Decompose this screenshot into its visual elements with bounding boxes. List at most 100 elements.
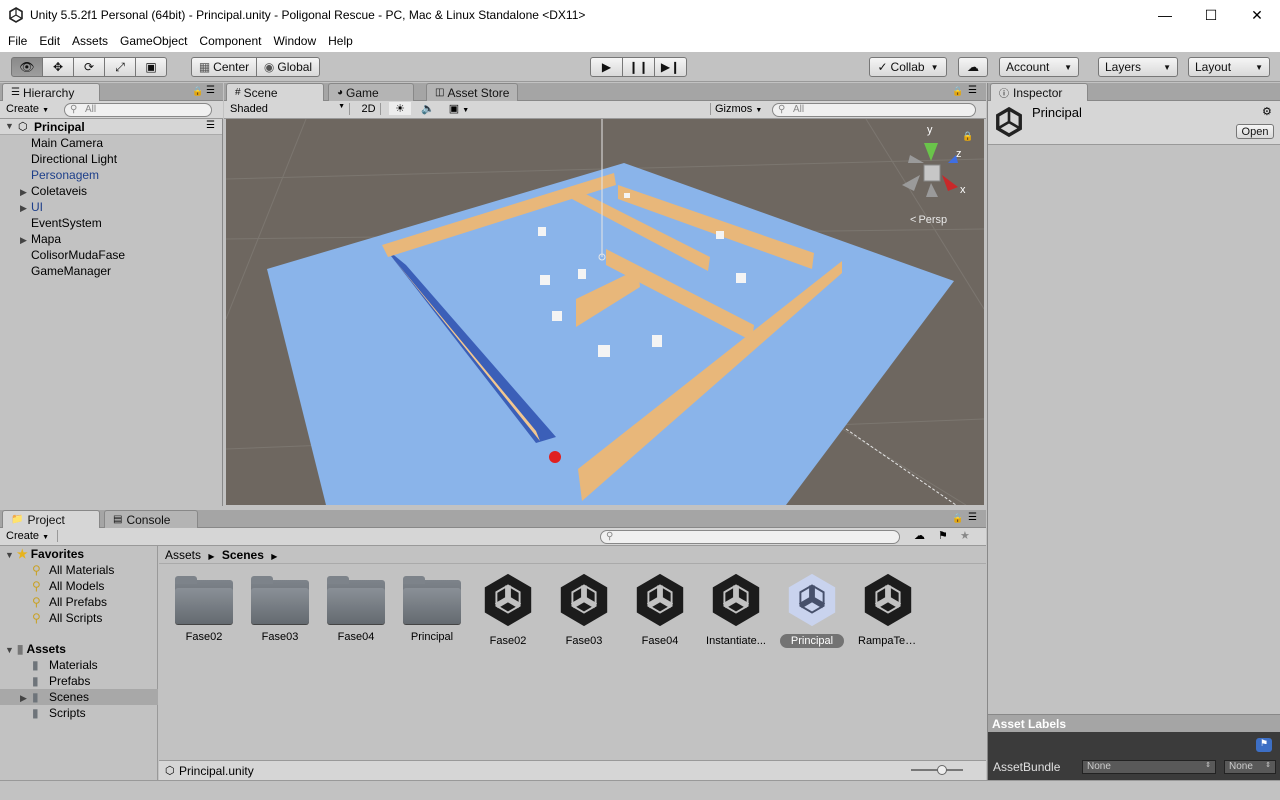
icon-size-slider-thumb[interactable] bbox=[937, 765, 947, 775]
menu-gameobject[interactable]: GameObject bbox=[120, 34, 187, 48]
asset-item[interactable]: Instantiate... bbox=[704, 573, 768, 666]
open-button[interactable]: Open bbox=[1236, 124, 1274, 139]
asset-folder-item[interactable]: ▮ Prefabs bbox=[0, 673, 158, 689]
asset-folder-item[interactable]: ▮ Scripts bbox=[0, 705, 158, 721]
rotate-tool-button[interactable]: ⟳ bbox=[73, 57, 105, 77]
hierarchy-search-input[interactable]: ⚲ All bbox=[64, 103, 212, 117]
expand-right-icon[interactable]: ▶ bbox=[20, 200, 27, 216]
gear-icon[interactable]: ⚙ bbox=[1262, 105, 1272, 118]
tab-hierarchy[interactable]: ☰ Hierarchy bbox=[2, 83, 100, 101]
lock-icon[interactable]: 🔒 bbox=[192, 86, 203, 97]
scene-root-row[interactable]: ▼ ⬡ Principal ☰ bbox=[0, 119, 222, 135]
create-dropdown[interactable]: Create ▼ bbox=[6, 103, 49, 115]
search-icon: ⚲ bbox=[32, 563, 41, 577]
move-tool-button[interactable]: ✥ bbox=[42, 57, 74, 77]
pivot-center-button[interactable]: ▦ Center bbox=[191, 57, 257, 77]
hierarchy-item[interactable]: Main Camera bbox=[0, 135, 220, 151]
panel-menu-icon[interactable]: ☰ bbox=[968, 85, 977, 96]
gizmos-dropdown[interactable]: Gizmos ▼ bbox=[710, 103, 764, 115]
lock-icon[interactable]: 🔒 bbox=[952, 513, 963, 524]
step-button[interactable]: ▶❙ bbox=[654, 57, 687, 77]
hierarchy-item[interactable]: ColisorMudaFase bbox=[0, 247, 220, 263]
menu-window[interactable]: Window bbox=[273, 34, 316, 48]
layout-dropdown[interactable]: Layout ▼ bbox=[1188, 57, 1270, 77]
hand-tool-button[interactable]: 👁 bbox=[11, 57, 43, 77]
tab-game[interactable]: ◕ Game bbox=[328, 83, 414, 101]
expand-right-icon[interactable]: ▶ bbox=[20, 690, 27, 706]
play-button[interactable]: ▶ bbox=[590, 57, 623, 77]
status-bar bbox=[0, 780, 1280, 800]
close-button[interactable]: ✕ bbox=[1234, 0, 1280, 30]
hierarchy-item[interactable]: ▶ UI bbox=[0, 199, 220, 215]
expand-down-icon[interactable]: ▼ bbox=[5, 550, 14, 560]
tag-icon[interactable]: ⚑ bbox=[1256, 738, 1272, 752]
asset-item[interactable]: Fase02 bbox=[476, 573, 540, 666]
project-create-dropdown[interactable]: Create ▼ bbox=[6, 530, 58, 542]
assetbundle-name-dropdown[interactable]: None ⇕ bbox=[1082, 760, 1216, 774]
hierarchy-item[interactable]: EventSystem bbox=[0, 215, 220, 231]
filter-type-icon[interactable]: ☁ bbox=[914, 529, 925, 542]
hierarchy-item[interactable]: ▶ Mapa bbox=[0, 231, 220, 247]
tab-scene[interactable]: # Scene bbox=[226, 83, 324, 101]
asset-item[interactable]: Principal bbox=[400, 576, 464, 666]
scene-search-input[interactable]: ⚲ All bbox=[772, 103, 976, 117]
tab-asset-store[interactable]: ◫ Asset Store bbox=[426, 83, 518, 101]
asset-item[interactable]: Fase04 bbox=[324, 576, 388, 666]
pivot-icon: ▦ bbox=[198, 60, 211, 74]
lock-icon[interactable]: 🔒 bbox=[952, 86, 963, 97]
maximize-button[interactable]: ☐ bbox=[1188, 0, 1234, 30]
cloud-button[interactable]: ☁ bbox=[958, 57, 988, 77]
rect-tool-button[interactable]: ▣ bbox=[135, 57, 167, 77]
asset-item[interactable]: Fase03 bbox=[552, 573, 616, 666]
project-search-input[interactable]: ⚲ bbox=[600, 530, 900, 544]
expand-right-icon[interactable]: ▶ bbox=[20, 232, 27, 248]
collab-dropdown[interactable]: ✓ Collab ▼ bbox=[869, 57, 947, 77]
filter-label-icon[interactable]: ⚑ bbox=[938, 529, 948, 542]
scene-menu-icon[interactable]: ☰ bbox=[206, 120, 215, 131]
assetbundle-variant-dropdown[interactable]: None ⇕ bbox=[1224, 760, 1276, 774]
tab-inspector[interactable]: ⓘ Inspector bbox=[990, 83, 1088, 101]
pivot-global-button[interactable]: ◉ Global bbox=[256, 57, 320, 77]
asset-folder-item[interactable]: ▶ ▮ Scenes bbox=[0, 689, 158, 705]
layers-dropdown[interactable]: Layers ▼ bbox=[1098, 57, 1178, 77]
menu-edit[interactable]: Edit bbox=[39, 34, 60, 48]
scene-viewport[interactable]: y z x < Persp 🔒 bbox=[226, 119, 984, 505]
account-dropdown[interactable]: Account ▼ bbox=[999, 57, 1079, 77]
gizmo-lock-icon[interactable]: 🔒 bbox=[962, 131, 973, 142]
asset-item[interactable]: Principal bbox=[780, 573, 844, 666]
panel-menu-icon[interactable]: ☰ bbox=[968, 512, 977, 523]
asset-folder-item[interactable]: ▮ Materials bbox=[0, 657, 158, 673]
scale-tool-button[interactable]: ⤢ bbox=[104, 57, 136, 77]
minimize-button[interactable]: — bbox=[1142, 0, 1188, 30]
tab-project[interactable]: 📁 Project bbox=[2, 510, 100, 528]
persp-label[interactable]: < Persp bbox=[910, 214, 947, 226]
favorite-star-icon[interactable]: ★ bbox=[960, 529, 970, 542]
effects-dropdown[interactable]: ▣ ▼ bbox=[445, 102, 473, 115]
tab-console[interactable]: ▤ Console bbox=[104, 510, 198, 528]
hierarchy-item[interactable]: Directional Light bbox=[0, 151, 220, 167]
asset-item[interactable]: Fase04 bbox=[628, 573, 692, 666]
2d-toggle[interactable]: 2D bbox=[357, 103, 381, 115]
pause-button[interactable]: ❙❙ bbox=[622, 57, 655, 77]
hierarchy-item[interactable]: GameManager bbox=[0, 263, 220, 279]
player-ball[interactable] bbox=[549, 451, 561, 463]
lighting-toggle[interactable]: ☀ bbox=[389, 102, 411, 115]
shading-mode-dropdown[interactable]: Shaded ▼ bbox=[230, 103, 350, 115]
breadcrumb-scenes[interactable]: Scenes bbox=[222, 548, 264, 562]
expand-down-icon[interactable]: ▼ bbox=[5, 645, 14, 655]
expand-right-icon[interactable]: ▶ bbox=[20, 184, 27, 200]
hierarchy-item[interactable]: Personagem bbox=[0, 167, 220, 183]
asset-labels-area: ⚑ AssetBundle None ⇕ None ⇕ bbox=[988, 732, 1280, 780]
menu-assets[interactable]: Assets bbox=[72, 34, 108, 48]
asset-item[interactable]: Fase03 bbox=[248, 576, 312, 666]
breadcrumb-assets[interactable]: Assets bbox=[165, 548, 201, 562]
panel-menu-icon[interactable]: ☰ bbox=[206, 85, 215, 96]
asset-item[interactable]: RampaTeste bbox=[856, 573, 920, 666]
menu-component[interactable]: Component bbox=[199, 34, 261, 48]
asset-item[interactable]: Fase02 bbox=[172, 576, 236, 666]
hierarchy-item[interactable]: ▶ Coletaveis bbox=[0, 183, 220, 199]
audio-toggle[interactable]: 🔈 bbox=[417, 102, 439, 115]
expand-down-icon[interactable]: ▼ bbox=[5, 121, 14, 131]
menu-file[interactable]: File bbox=[8, 34, 27, 48]
menu-help[interactable]: Help bbox=[328, 34, 353, 48]
